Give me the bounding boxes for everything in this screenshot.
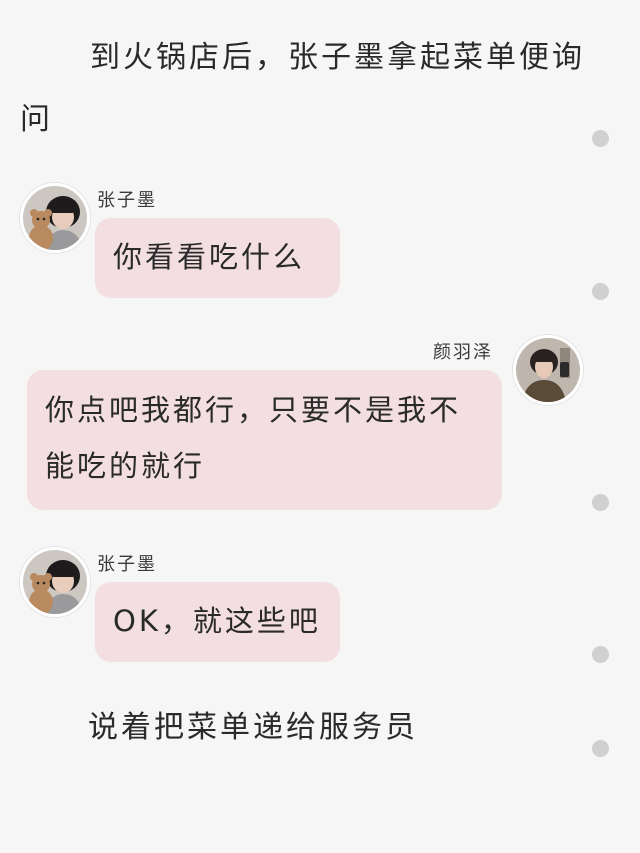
- sender-name: 颜羽泽: [433, 342, 493, 363]
- message-bubble: OK，就这些吧: [95, 582, 340, 662]
- narration-text: 说着把菜单递给服务员: [88, 710, 418, 745]
- scroll-dot: [592, 740, 609, 757]
- sender-name: 张子墨: [97, 190, 157, 211]
- avatar[interactable]: [20, 547, 90, 617]
- scroll-dot: [592, 494, 609, 511]
- avatar[interactable]: [20, 183, 90, 253]
- avatar-boy-with-teddy-bear-icon: [23, 186, 87, 250]
- avatar[interactable]: [513, 335, 583, 405]
- scroll-dot: [592, 646, 609, 663]
- scroll-dot: [592, 283, 609, 300]
- avatar-boy-with-teddy-bear-icon: [23, 550, 87, 614]
- avatar-boy-mirror-selfie-icon: [516, 338, 580, 402]
- scroll-dot: [592, 130, 609, 147]
- message-bubble: 你点吧我都行，只要不是我不能吃的就行: [27, 370, 502, 510]
- message-bubble: 你看看吃什么: [95, 218, 340, 298]
- sender-name: 张子墨: [97, 554, 157, 575]
- narration-text: 到火锅店后，张子墨拿起菜单便询问: [20, 40, 585, 137]
